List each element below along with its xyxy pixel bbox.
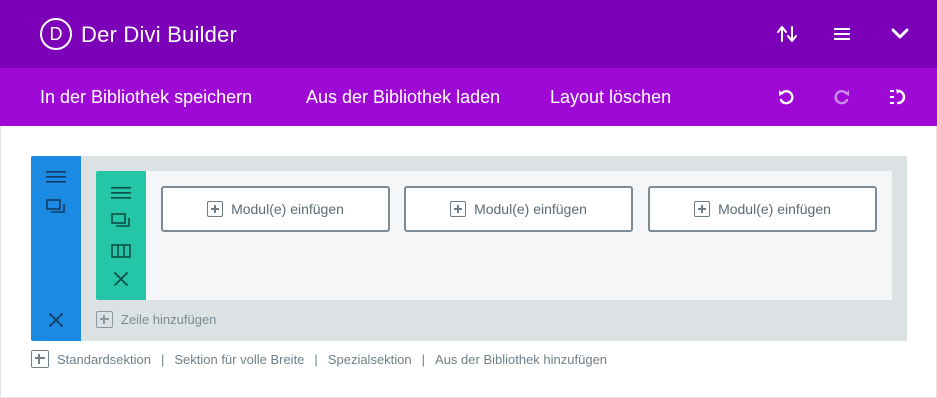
row-handle[interactable] xyxy=(96,171,146,300)
add-section-bar: Standardsektion | Sektion für volle Brei… xyxy=(31,350,607,368)
plus-icon xyxy=(31,350,49,368)
separator: | xyxy=(314,351,318,367)
add-from-library-link[interactable]: Aus der Bibliothek hinzufügen xyxy=(435,352,607,367)
app-title: Der Divi Builder xyxy=(81,22,238,47)
redo-icon[interactable] xyxy=(829,84,855,110)
insert-module-label: Modul(e) einfügen xyxy=(474,201,587,217)
row-columns-icon[interactable] xyxy=(108,239,134,263)
divi-logo: D xyxy=(40,18,72,50)
history-icon[interactable] xyxy=(885,84,911,110)
plus-icon xyxy=(450,201,467,217)
row-menu-icon[interactable] xyxy=(108,181,134,205)
plus-icon xyxy=(694,201,711,217)
add-fullwidth-section-link[interactable]: Sektion für volle Breite xyxy=(174,352,304,367)
undo-icon[interactable] xyxy=(773,84,799,110)
insert-module-button[interactable]: Modul(e) einfügen xyxy=(648,186,877,232)
section-handle[interactable] xyxy=(31,156,81,341)
separator: | xyxy=(421,351,426,367)
plus-icon xyxy=(207,201,224,217)
insert-module-button[interactable]: Modul(e) einfügen xyxy=(404,186,633,232)
insert-module-button[interactable]: Modul(e) einfügen xyxy=(161,186,390,232)
logo-letter: D xyxy=(49,24,63,44)
section-duplicate-icon[interactable] xyxy=(43,194,69,220)
section-delete-icon[interactable] xyxy=(43,307,69,333)
save-to-library-button[interactable]: In der Bibliothek speichern xyxy=(40,87,252,108)
add-standard-section-link[interactable]: Standardsektion xyxy=(57,352,151,367)
add-row-button[interactable]: Zeile hinzufügen xyxy=(96,311,216,328)
row-duplicate-icon[interactable] xyxy=(108,209,134,233)
add-specialty-section-link[interactable]: Spezialsektion xyxy=(328,352,412,367)
plus-icon xyxy=(96,311,113,328)
add-row-label: Zeile hinzufügen xyxy=(121,312,217,327)
insert-module-label: Modul(e) einfügen xyxy=(231,201,344,217)
sort-arrows-icon[interactable] xyxy=(773,20,801,48)
hamburger-menu-icon[interactable] xyxy=(828,20,856,48)
builder-toolbar: In der Bibliothek speichern Aus der Bibl… xyxy=(0,68,937,126)
separator: | xyxy=(160,351,165,367)
chevron-down-icon[interactable] xyxy=(886,20,914,48)
clear-layout-button[interactable]: Layout löschen xyxy=(550,87,671,108)
row-delete-icon[interactable] xyxy=(108,267,134,291)
builder-header: D Der Divi Builder xyxy=(0,0,937,68)
section-menu-icon[interactable] xyxy=(43,164,69,190)
insert-module-label: Modul(e) einfügen xyxy=(718,201,831,217)
load-from-library-button[interactable]: Aus der Bibliothek laden xyxy=(306,87,500,108)
